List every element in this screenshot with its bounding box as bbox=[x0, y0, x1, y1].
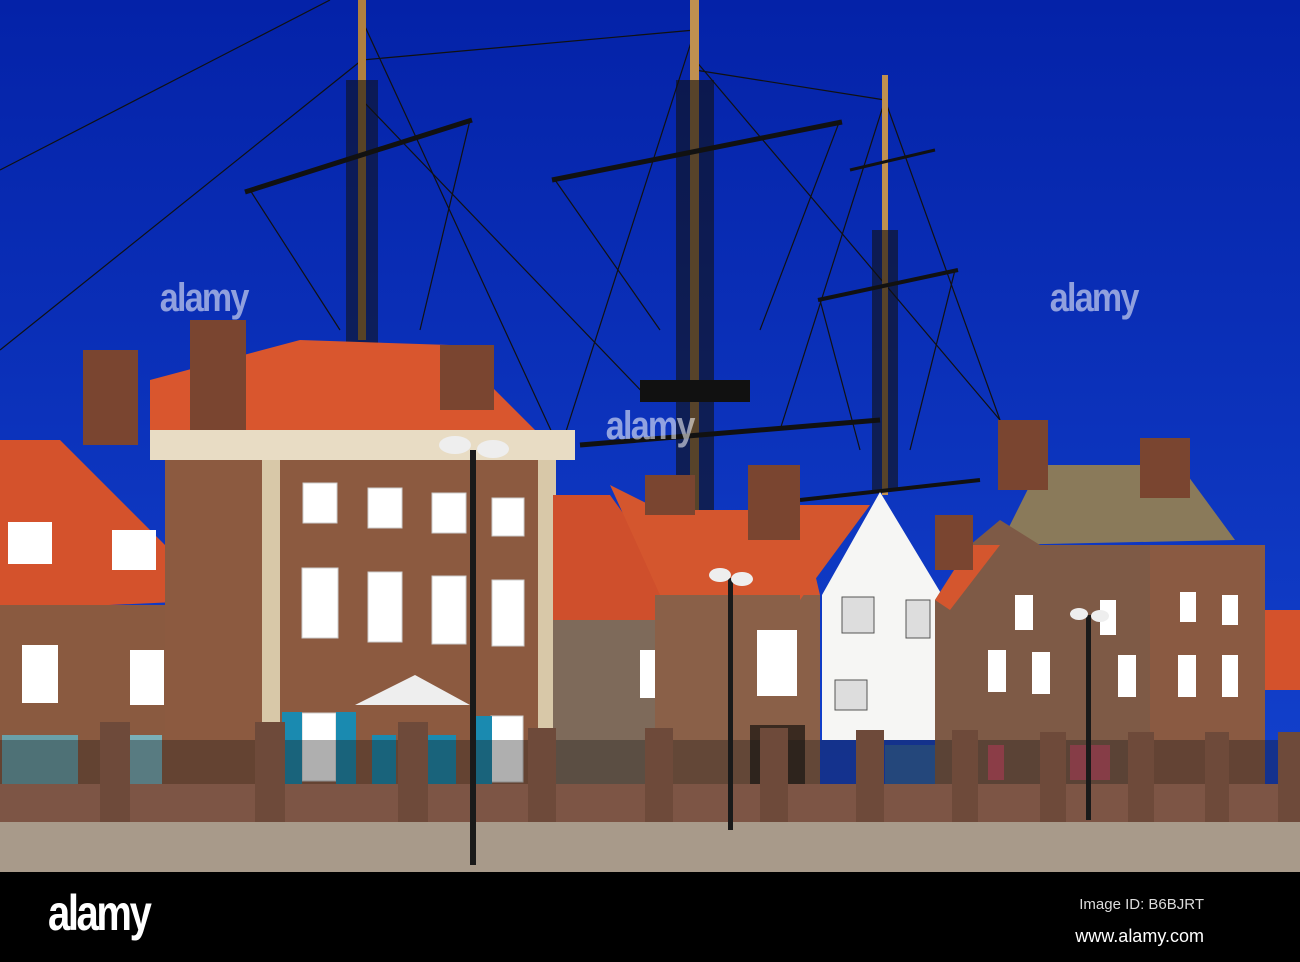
stock-photo: alamy alamy alamy alamy Image ID: B6BJRT… bbox=[0, 0, 1300, 962]
image-id: Image ID: B6BJRT bbox=[1079, 896, 1204, 913]
alamy-logo: alamy bbox=[48, 885, 152, 941]
pavement bbox=[0, 822, 1300, 872]
watermark: alamy bbox=[1049, 276, 1140, 320]
watermark: alamy bbox=[605, 404, 696, 448]
footer-bar: alamy Image ID: B6BJRT www.alamy.com bbox=[0, 872, 1300, 962]
website-url: www.alamy.com bbox=[1075, 926, 1204, 946]
watermark: alamy bbox=[159, 276, 250, 320]
